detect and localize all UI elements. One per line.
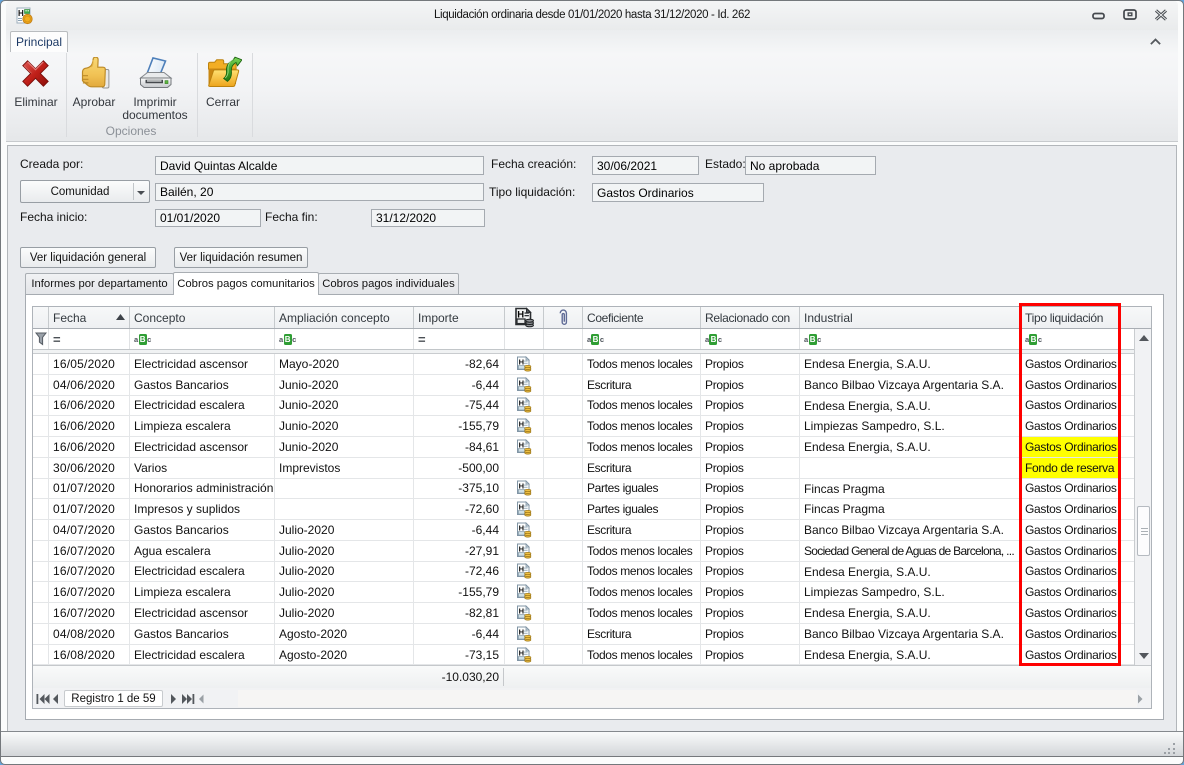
svg-text:H: H bbox=[519, 420, 524, 429]
svg-text:H: H bbox=[519, 440, 524, 449]
svg-text:H: H bbox=[519, 627, 524, 636]
svg-text:H: H bbox=[519, 503, 524, 512]
svg-text:H: H bbox=[519, 565, 524, 574]
svg-text:H: H bbox=[519, 357, 524, 366]
svg-text:H: H bbox=[519, 544, 524, 553]
svg-text:H: H bbox=[519, 482, 524, 491]
svg-text:H: H bbox=[519, 399, 524, 408]
svg-text:H: H bbox=[519, 606, 524, 615]
svg-text:H: H bbox=[519, 586, 524, 595]
svg-text:H: H bbox=[519, 648, 524, 657]
svg-text:H: H bbox=[519, 378, 524, 387]
svg-text:H: H bbox=[519, 523, 524, 532]
